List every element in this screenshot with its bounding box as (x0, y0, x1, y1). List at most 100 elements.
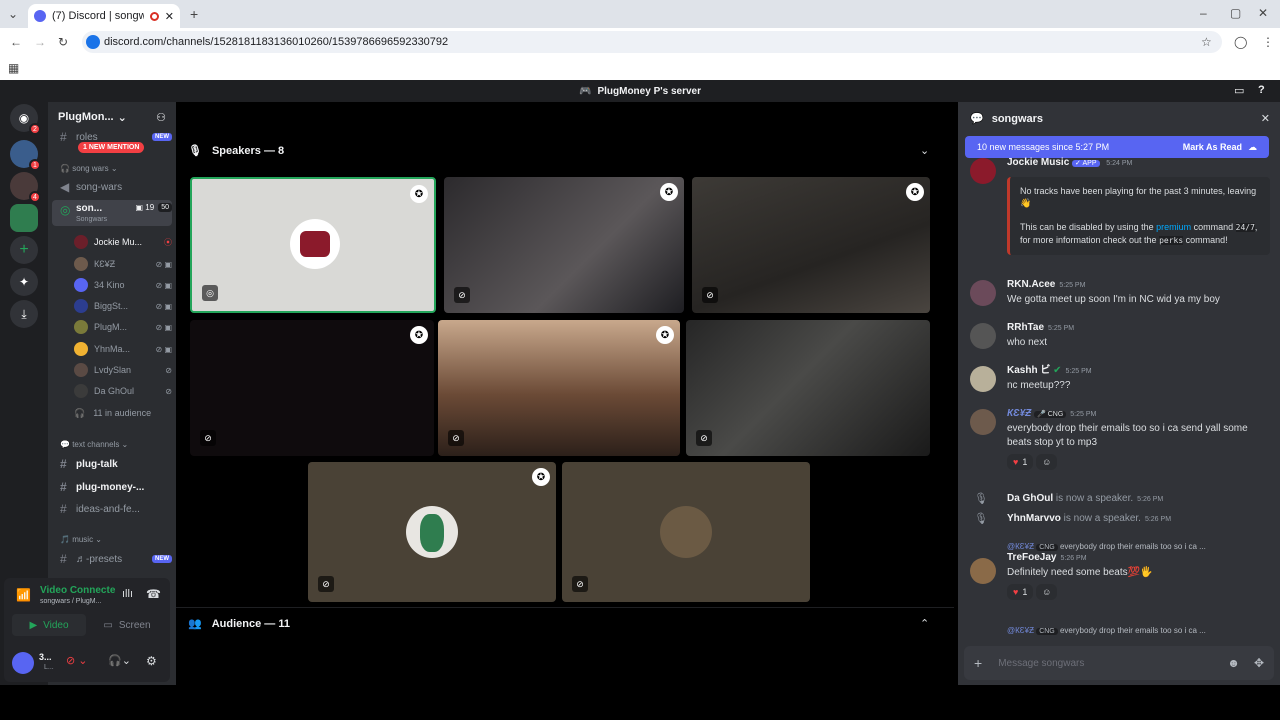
avatar[interactable] (970, 323, 996, 349)
category-song-wars[interactable]: 🎧 song wars ⌄ (60, 164, 118, 173)
reply-preview[interactable]: @КƐ¥Ƶ CNG everybody drop their emails to… (1007, 626, 1270, 635)
channel-ideas[interactable]: # ideas-and-fe... (52, 499, 172, 519)
speaker-tile[interactable]: ✪ ⊘ (308, 462, 556, 602)
close-icon[interactable]: ✕ (1261, 112, 1270, 125)
avatar[interactable] (970, 158, 996, 184)
author[interactable]: RKN.Acee (1007, 279, 1055, 290)
apps-grid-icon[interactable]: ▦ (8, 61, 19, 75)
apps-icon[interactable]: ✥ (1254, 656, 1264, 670)
invite-icon[interactable]: ⚇ (156, 111, 166, 124)
voice-user[interactable]: КƐ¥Ƶ ⊘ ▣ (74, 255, 172, 273)
speaker-tile[interactable]: ✪ ◎ (190, 177, 436, 313)
author[interactable]: YhnMarvvo (1007, 513, 1061, 524)
voice-location[interactable]: songwars / PlugM... (40, 598, 101, 605)
author[interactable]: Da GhOul (1007, 493, 1053, 504)
speaker-tile[interactable]: ⊘ (686, 320, 930, 456)
channel-voice-active[interactable]: ◎ son... ▣ 19 50 Songwars (52, 200, 172, 226)
new-messages-banner[interactable]: 10 new messages since 5:27 PM Mark As Re… (965, 136, 1269, 158)
author[interactable]: Kashh ビ (1007, 365, 1050, 376)
menu-kebab-icon[interactable]: ⋮ (1262, 35, 1274, 49)
add-reaction-button[interactable]: ☺ (1036, 584, 1058, 600)
avatar[interactable] (970, 366, 996, 392)
expand-chevron-icon[interactable]: ⌃ (920, 617, 929, 630)
direct-messages-icon[interactable]: ◉ 2 (10, 104, 41, 135)
bookmark-star-icon[interactable]: ☆ (1201, 35, 1212, 49)
site-info-icon[interactable] (86, 35, 100, 49)
channel-song-wars[interactable]: ◀ song-wars (52, 177, 172, 197)
reload-icon[interactable]: ↻ (58, 35, 68, 49)
mark-as-read-button[interactable]: Mark As Read (1183, 142, 1242, 152)
add-reaction-button[interactable]: ☺ (1036, 454, 1058, 470)
server-icon[interactable]: 4 (10, 172, 41, 203)
voice-user[interactable]: Da GhOul ⊘ (74, 382, 172, 400)
server-icon[interactable]: 1 (10, 140, 41, 171)
download-icon[interactable]: ⤓ (10, 300, 38, 328)
message[interactable]: @КƐ¥Ƶ CNG everybody drop their emails to… (970, 626, 1270, 635)
emoji-picker-icon[interactable]: ☻ (1227, 656, 1240, 670)
voice-user[interactable]: YhnMa... ⊘ ▣ (74, 340, 172, 358)
author[interactable]: КƐ¥Ƶ (1007, 408, 1031, 419)
screen-share-button[interactable]: ▭ Screen (90, 614, 164, 636)
embed-link[interactable]: premium (1156, 222, 1191, 232)
reply-preview[interactable]: @КƐ¥Ƶ CNG everybody drop their emails to… (1007, 542, 1270, 551)
voice-status[interactable]: Video Connecte (40, 585, 115, 596)
message-input[interactable]: + Message songwars ☻ ✥ (964, 646, 1274, 680)
tab-search-icon[interactable]: ⌄ (8, 7, 18, 21)
channel-plug-money[interactable]: # plug-money-... (52, 477, 172, 497)
user-avatar[interactable] (12, 652, 34, 674)
new-tab-icon[interactable]: + (190, 7, 198, 21)
user-name[interactable]: 3... (39, 652, 52, 662)
voice-user[interactable]: BiggSt... ⊘ ▣ (74, 297, 172, 315)
help-icon[interactable]: ? (1258, 84, 1265, 96)
speaker-tile[interactable]: ✪ ⊘ (190, 320, 434, 456)
speakers-header[interactable]: 🎙 Speakers — 8 (188, 144, 284, 158)
minimize-icon[interactable]: – (1200, 6, 1207, 20)
tab-close-icon[interactable]: ✕ (165, 10, 174, 23)
voice-user[interactable]: Jockie Mu... ⦿ (74, 233, 172, 251)
settings-gear-icon[interactable]: ⚙ (146, 654, 157, 668)
message[interactable]: RKN.Acee 5:25 PM We gotta meet up soon I'm… (970, 278, 1270, 307)
browser-tab[interactable]: (7) Discord | songwars | Plu ✕ (28, 4, 180, 28)
noise-suppression-icon[interactable]: ıllı (122, 588, 133, 600)
profile-icon[interactable]: ◯ (1234, 35, 1247, 49)
back-icon[interactable]: ← (10, 35, 22, 49)
inbox-icon[interactable]: ▭ (1234, 84, 1244, 97)
speaker-tile[interactable]: ✪ ⊘ (438, 320, 680, 456)
channel-presets[interactable]: # ♬-presets NEW (52, 549, 172, 569)
speaker-tile[interactable]: ⊘ (562, 462, 810, 602)
avatar[interactable] (970, 409, 996, 435)
message[interactable]: КƐ¥Ƶ 🎤 CNG 5:25 PM everybody drop their em… (970, 407, 1270, 470)
category-music[interactable]: 🎵 music ⌄ (60, 535, 102, 544)
voice-user[interactable]: PlugM... ⊘ ▣ (74, 318, 172, 336)
avatar[interactable] (970, 558, 996, 584)
disconnect-icon[interactable]: ☎ (146, 587, 161, 601)
voice-user[interactable]: 34 Kino ⊘ ▣ (74, 276, 172, 294)
category-text-channels[interactable]: 💬 text channels ⌄ (60, 440, 128, 449)
message[interactable]: Jockie Music ✓ APP 5:24 PM No tracks hav… (970, 156, 1270, 255)
video-button[interactable]: ▶ Video (12, 614, 86, 636)
active-server-icon[interactable] (10, 204, 38, 232)
author[interactable]: RRhTae (1007, 322, 1044, 333)
reaction-heart[interactable]: ♥ 1 (1007, 454, 1034, 470)
attach-plus-icon[interactable]: + (974, 655, 982, 671)
forward-icon[interactable]: → (34, 35, 46, 49)
add-server-icon[interactable]: + (10, 236, 38, 264)
author[interactable]: TreFoeJay (1007, 552, 1056, 563)
discover-icon[interactable]: ✦ (10, 268, 38, 296)
message[interactable]: @КƐ¥Ƶ CNG everybody drop their emails to… (970, 542, 1270, 600)
reaction-heart[interactable]: ♥ 1 (1007, 584, 1034, 600)
audience-header[interactable]: 👥 Audience — 11 (188, 617, 290, 631)
channel-plug-talk[interactable]: # plug-talk (52, 454, 172, 474)
message[interactable]: RRhTae 5:25 PM who next (970, 321, 1270, 350)
muted-mic-icon[interactable]: ⊘ ⌄ (66, 654, 88, 667)
maximize-icon[interactable]: ▢ (1230, 6, 1241, 20)
voice-user[interactable]: LvdySlan ⊘ (74, 361, 172, 379)
author[interactable]: Jockie Music (1007, 157, 1069, 168)
avatar[interactable] (970, 280, 996, 306)
speaker-tile[interactable]: ✪ ⊘ (444, 177, 684, 313)
message[interactable]: Kashh ビ ✔ 5:25 PM nc meetup??? (970, 364, 1270, 393)
audience-count-row[interactable]: 🎧 11 in audience (74, 404, 172, 422)
collapse-chevron-icon[interactable]: ⌄ (920, 144, 929, 157)
headphones-icon[interactable]: 🎧⌄ (108, 654, 131, 667)
close-window-icon[interactable]: ✕ (1258, 6, 1268, 20)
